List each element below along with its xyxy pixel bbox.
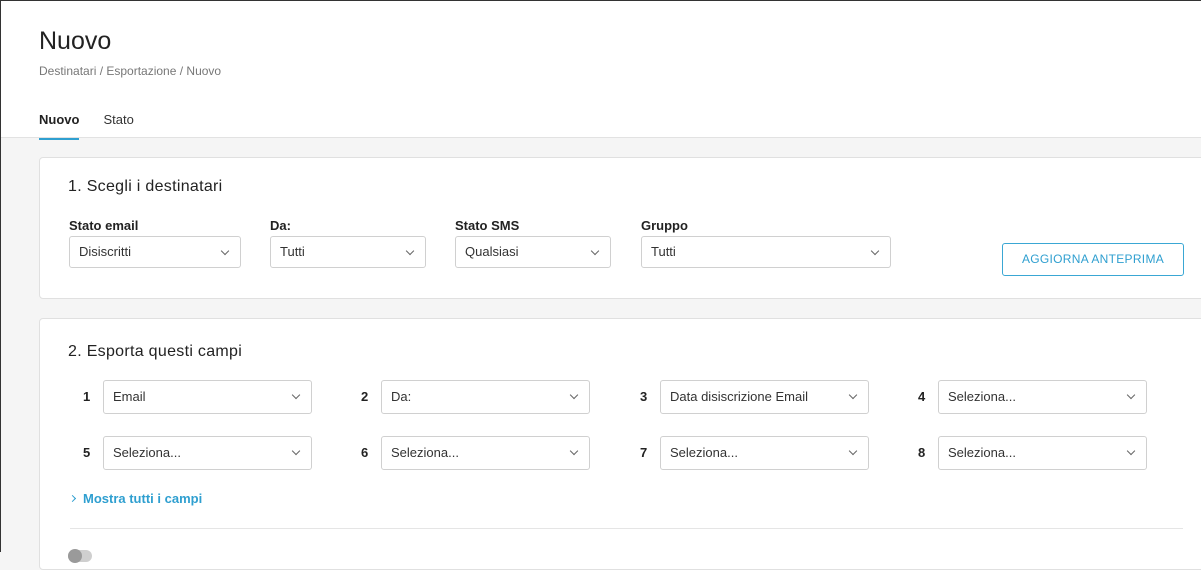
- filter-stato-sms: Stato SMS Qualsiasi: [455, 218, 611, 268]
- select-value: Disiscritti: [79, 244, 131, 259]
- export-section-title: 2. Esporta questi campi: [68, 343, 243, 360]
- export-field-select[interactable]: Seleziona...: [103, 436, 312, 470]
- export-field-select[interactable]: Seleziona...: [938, 380, 1147, 414]
- filter-label: Stato SMS: [455, 218, 520, 233]
- filter-label: Da:: [270, 218, 291, 233]
- chevron-down-icon: [569, 446, 579, 456]
- recipients-card: 1. Scegli i destinatari Stato email Disi…: [39, 157, 1201, 299]
- filter-label: Stato email: [69, 218, 139, 233]
- chevron-down-icon: [590, 246, 600, 256]
- tab-bar: Nuovo Stato: [39, 112, 134, 140]
- export-fields-card: 2. Esporta questi campi 1 Email 2 Da: 3 …: [39, 318, 1201, 570]
- export-field-select[interactable]: Email: [103, 380, 312, 414]
- page-header: Nuovo Destinatari / Esportazione / Nuovo…: [1, 1, 1201, 140]
- show-all-label: Mostra tutti i campi: [83, 491, 203, 506]
- stato-sms-select[interactable]: Qualsiasi: [455, 236, 611, 268]
- chevron-down-icon: [291, 446, 301, 456]
- select-value: Email: [113, 389, 146, 404]
- chevron-right-icon: [68, 494, 77, 503]
- refresh-preview-button[interactable]: AGGIORNA ANTEPRIMA: [1002, 243, 1184, 276]
- breadcrumb: Destinatari / Esportazione / Nuovo: [39, 64, 222, 78]
- filter-gruppo: Gruppo Tutti: [641, 218, 891, 268]
- select-value: Seleziona...: [391, 445, 459, 460]
- select-value: Seleziona...: [113, 445, 181, 460]
- field-number: 3: [640, 389, 648, 404]
- filter-stato-email: Stato email Disiscritti: [69, 218, 241, 268]
- field-number: 4: [918, 389, 926, 404]
- chevron-down-icon: [220, 246, 230, 256]
- chevron-down-icon: [291, 390, 301, 400]
- select-value: Seleziona...: [948, 389, 1016, 404]
- divider: [70, 528, 1183, 529]
- chevron-down-icon: [405, 246, 415, 256]
- chevron-down-icon: [848, 390, 858, 400]
- export-field-select[interactable]: Seleziona...: [938, 436, 1147, 470]
- select-value: Seleziona...: [670, 445, 738, 460]
- chevron-down-icon: [569, 390, 579, 400]
- select-value: Tutti: [280, 244, 305, 259]
- field-number: 5: [83, 445, 91, 460]
- export-field-select[interactable]: Seleziona...: [660, 436, 869, 470]
- select-value: Qualsiasi: [465, 244, 519, 259]
- export-field-select[interactable]: Da:: [381, 380, 590, 414]
- select-value: Da:: [391, 389, 412, 404]
- field-number: 6: [361, 445, 369, 460]
- show-all-fields-link[interactable]: Mostra tutti i campi: [68, 491, 203, 506]
- recipients-section-title: 1. Scegli i destinatari: [68, 178, 223, 195]
- export-field-select[interactable]: Data disiscrizione Email: [660, 380, 869, 414]
- chevron-down-icon: [1126, 390, 1136, 400]
- field-number: 2: [361, 389, 369, 404]
- toggle-knob: [68, 549, 82, 563]
- chevron-down-icon: [1126, 446, 1136, 456]
- field-number: 8: [918, 445, 926, 460]
- stato-email-select[interactable]: Disiscritti: [69, 236, 241, 268]
- field-number: 1: [83, 389, 91, 404]
- page-title: Nuovo: [39, 27, 112, 55]
- filter-label: Gruppo: [641, 218, 688, 233]
- chevron-down-icon: [870, 246, 880, 256]
- export-field-select[interactable]: Seleziona...: [381, 436, 590, 470]
- field-number: 7: [640, 445, 648, 460]
- select-value: Tutti: [651, 244, 676, 259]
- tab-nuovo[interactable]: Nuovo: [39, 112, 80, 140]
- chevron-down-icon: [848, 446, 858, 456]
- filter-da: Da: Tutti: [270, 218, 426, 268]
- select-value: Data disiscrizione Email: [670, 389, 808, 404]
- tab-stato[interactable]: Stato: [103, 112, 133, 140]
- select-value: Seleziona...: [948, 445, 1016, 460]
- da-select[interactable]: Tutti: [270, 236, 426, 268]
- gruppo-select[interactable]: Tutti: [641, 236, 891, 268]
